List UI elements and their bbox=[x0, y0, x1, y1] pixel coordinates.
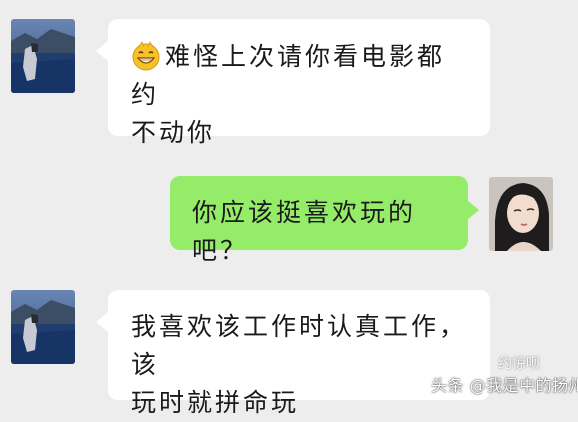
bubble-tail bbox=[467, 200, 479, 220]
source-watermark: 头条 @我是中的扬州 bbox=[431, 376, 578, 395]
message-text: 难怪上次请你看电影都约 不动你 bbox=[131, 38, 470, 152]
self-avatar[interactable] bbox=[489, 177, 553, 251]
contact-avatar[interactable] bbox=[11, 19, 75, 93]
landscape-avatar-image bbox=[11, 19, 75, 93]
message-line: 我喜欢该工作时认真工作，该 bbox=[131, 312, 468, 379]
message-bubble-incoming[interactable]: 难怪上次请你看电影都约 不动你 bbox=[108, 19, 490, 147]
message-line: 玩时就拼命玩 bbox=[131, 388, 300, 417]
message-line: 不动你 bbox=[131, 118, 216, 147]
message-bubble-outgoing[interactable]: 你应该挺喜欢玩的吧？ bbox=[170, 176, 468, 265]
grinning-face-emoji-icon bbox=[132, 41, 160, 71]
message-line: 难怪上次请你看电影都约 bbox=[131, 42, 446, 109]
landscape-avatar-image bbox=[11, 290, 75, 364]
message-text: 你应该挺喜欢玩的吧？ bbox=[192, 198, 417, 265]
overlay-watermark: 约惊呗 bbox=[498, 356, 540, 372]
bubble-tail bbox=[96, 41, 108, 61]
portrait-avatar-image bbox=[489, 177, 553, 251]
contact-avatar[interactable] bbox=[11, 290, 75, 364]
bubble-tail bbox=[96, 312, 108, 332]
